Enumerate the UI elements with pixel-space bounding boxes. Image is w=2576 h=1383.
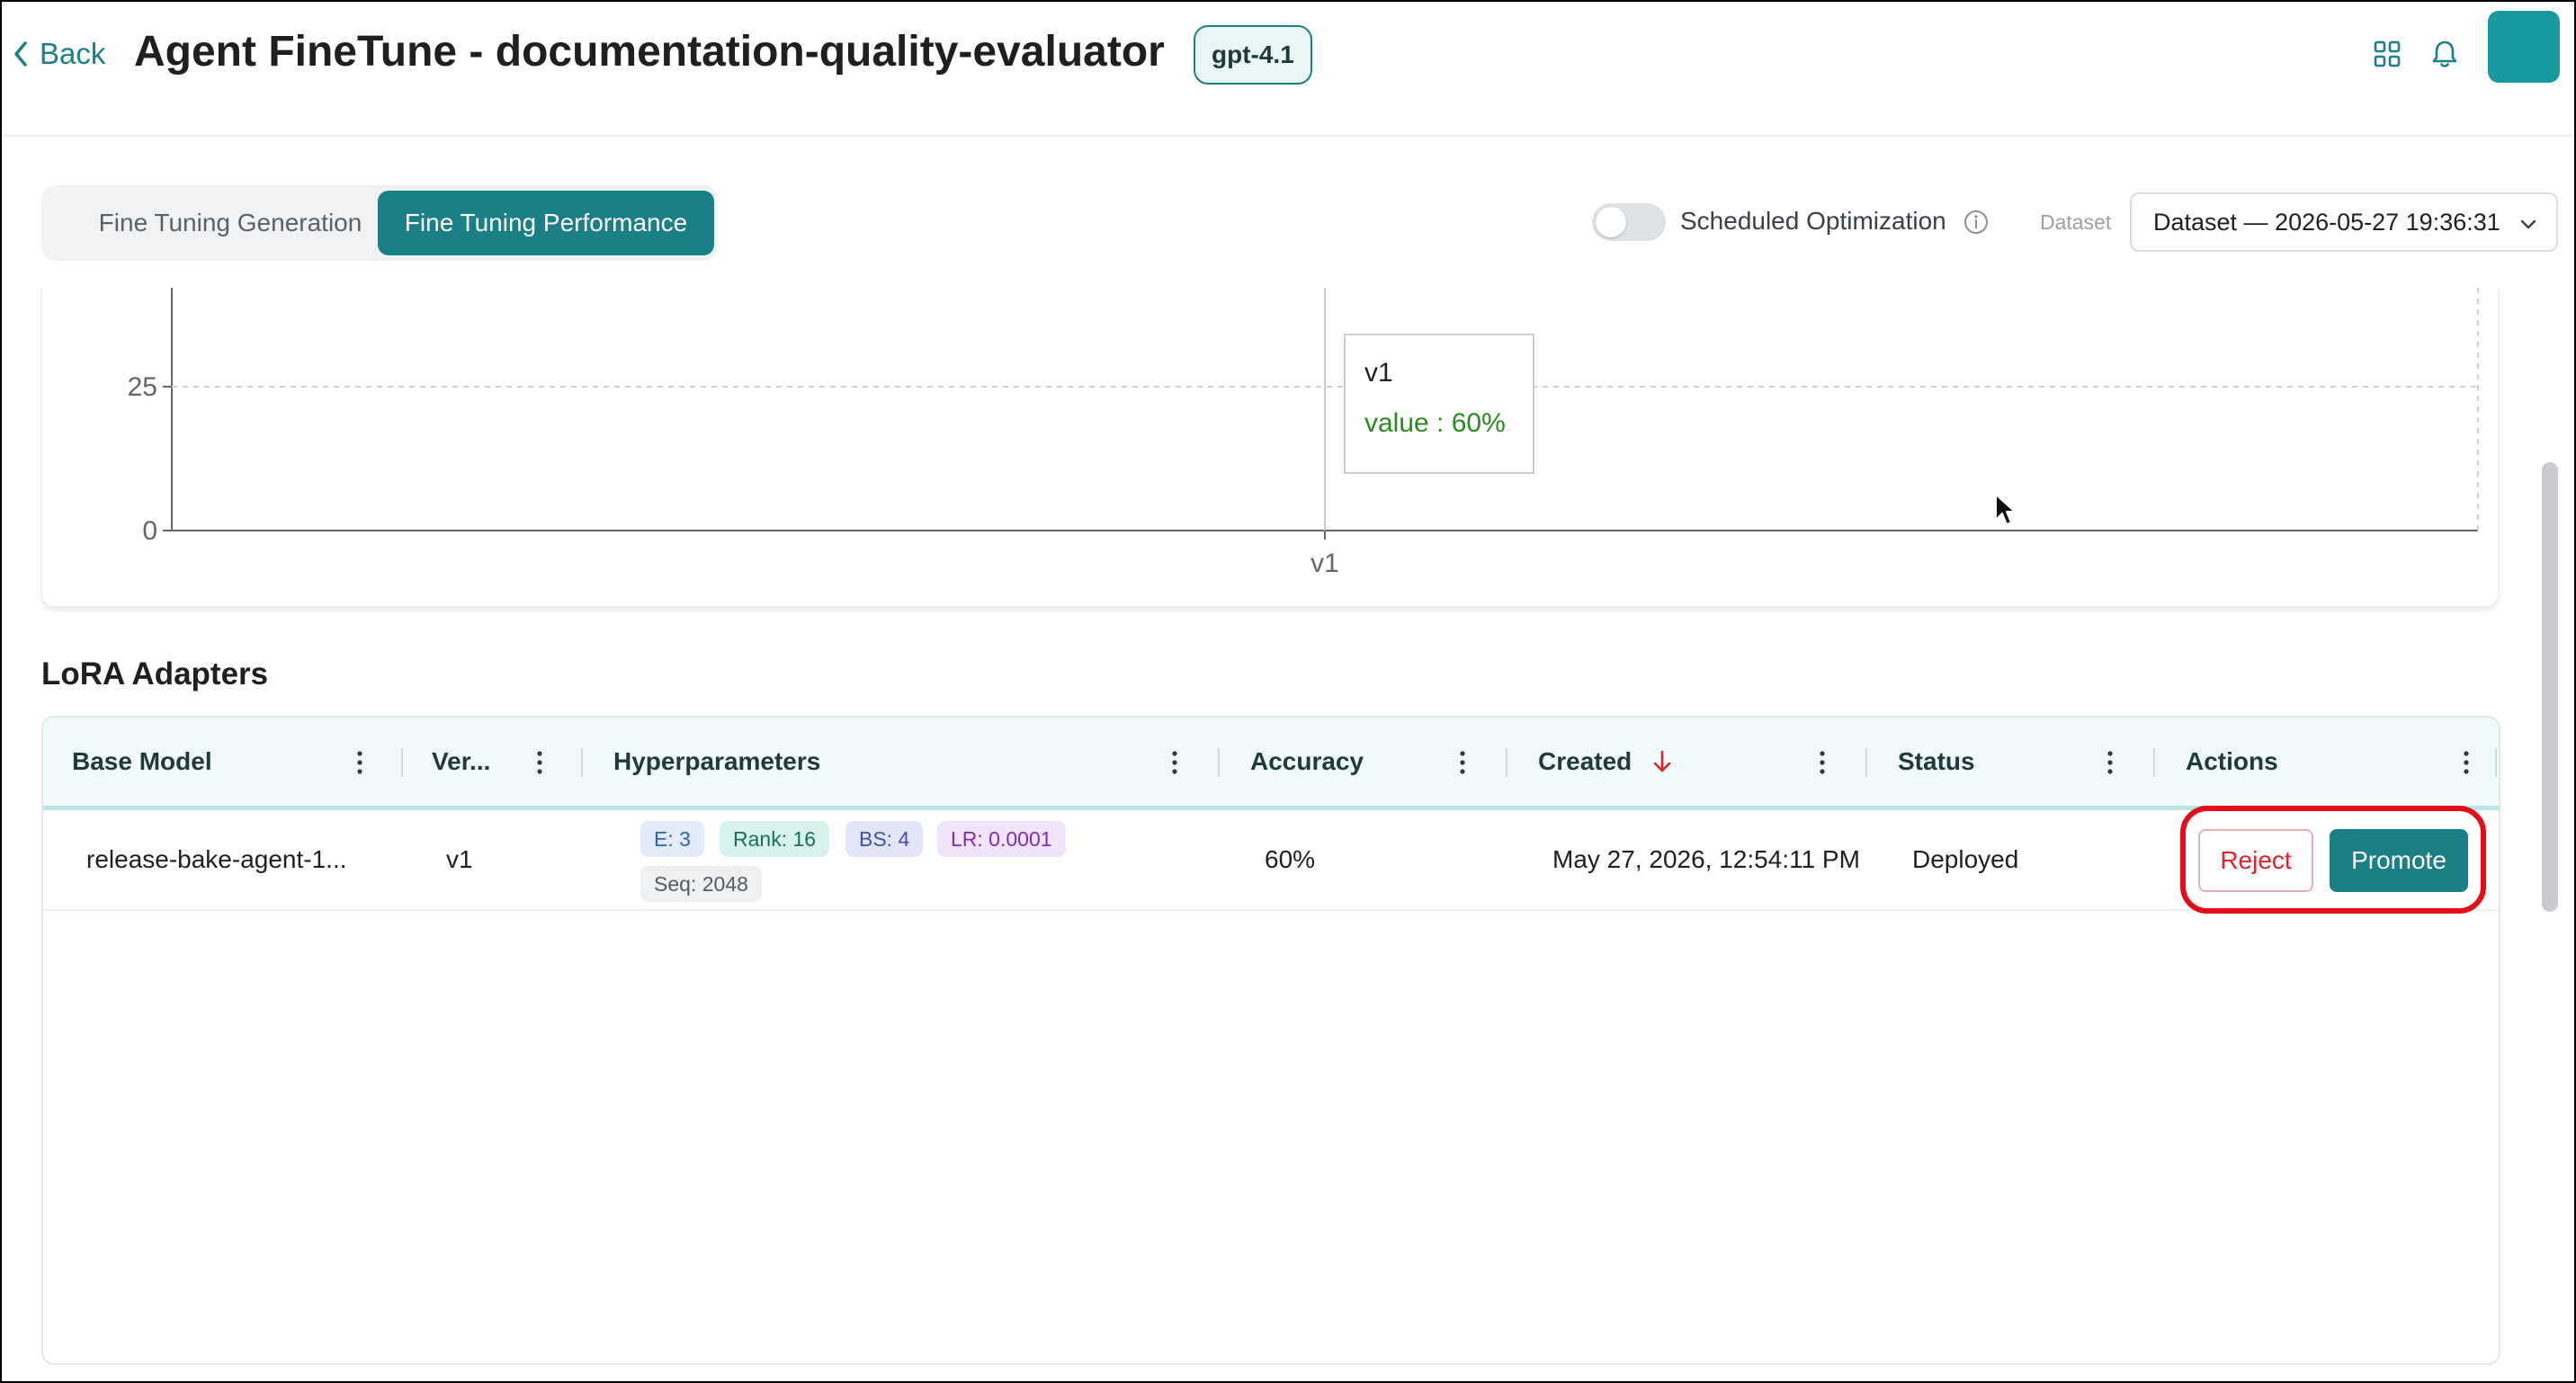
cell-status: Deployed (1912, 845, 2019, 873)
bell-icon[interactable] (2427, 36, 2463, 72)
tab-fine-tuning-performance[interactable]: Fine Tuning Performance (378, 191, 714, 255)
performance-chart-card: 25 0 v1 v1 value : 60% (41, 288, 2499, 607)
info-icon[interactable] (1963, 209, 1990, 236)
lora-adapters-table: Base Model Ver... Hyperparameters Accura… (41, 716, 2500, 1365)
col-version[interactable]: Ver... (432, 718, 490, 806)
cell-created: May 27, 2026, 12:54:11 PM (1552, 845, 1860, 873)
lora-section-title: LoRA Adapters (41, 656, 269, 692)
column-divider[interactable] (1506, 748, 1507, 777)
hyperparam-chip-epochs: E: 3 (640, 821, 704, 857)
column-divider[interactable] (581, 748, 583, 777)
column-menu-icon[interactable] (1452, 745, 1473, 781)
chart-tooltip (1344, 334, 1534, 474)
scheduled-optimization-toggle[interactable] (1592, 203, 1666, 241)
column-menu-icon[interactable] (349, 745, 371, 781)
chevron-left-icon (14, 41, 27, 67)
col-hyperparameters[interactable]: Hyperparameters (613, 718, 820, 806)
col-base-model[interactable]: Base Model (72, 718, 212, 806)
column-menu-icon[interactable] (529, 745, 550, 781)
column-menu-icon[interactable] (2455, 745, 2477, 781)
view-tabs: Fine Tuning Generation Fine Tuning Perfo… (41, 185, 718, 261)
dataset-label: Dataset (2040, 210, 2112, 234)
column-divider[interactable] (401, 748, 403, 777)
page-header: Back Agent FineTune - documentation-qual… (2, 2, 2574, 137)
column-divider[interactable] (2495, 748, 2497, 777)
dataset-selected-value: Dataset — 2026-05-27 19:36:31 (2153, 208, 2500, 236)
col-accuracy[interactable]: Accuracy (1250, 718, 1364, 806)
cell-version: v1 (446, 845, 473, 873)
reject-button[interactable]: Reject (2198, 829, 2313, 892)
hyperparam-chip-batch-size: BS: 4 (845, 821, 924, 857)
column-menu-icon[interactable] (1164, 745, 1185, 781)
sort-descending-arrow-icon[interactable] (1651, 749, 1673, 774)
tooltip-title: v1 (1364, 358, 1393, 388)
col-created[interactable]: Created (1538, 718, 1673, 806)
promote-button[interactable]: Promote (2330, 829, 2468, 892)
col-created-label: Created (1538, 747, 1632, 775)
tab-fine-tuning-generation[interactable]: Fine Tuning Generation (50, 191, 410, 255)
model-badge: gpt-4.1 (1194, 25, 1312, 85)
apps-grid-icon[interactable] (2369, 36, 2405, 72)
back-label: Back (40, 37, 106, 70)
x-tick-label: v1 (1310, 549, 1339, 578)
y-tick-label: 25 (128, 372, 157, 402)
column-divider[interactable] (1218, 748, 1220, 777)
column-divider[interactable] (2153, 748, 2155, 777)
col-actions[interactable]: Actions (2186, 718, 2278, 806)
scheduled-optimization-label: Scheduled Optimization (1680, 207, 1946, 235)
tooltip-value: value : 60% (1364, 408, 1506, 438)
page-title: Agent FineTune - documentation-quality-e… (134, 28, 1165, 76)
hyperparam-chip-learning-rate: LR: 0.0001 (937, 821, 1066, 857)
performance-chart: 25 0 v1 v1 value : 60% (128, 288, 2479, 578)
hyperparam-chip-rank: Rank: 16 (720, 821, 830, 857)
scrollbar-thumb[interactable] (2542, 462, 2558, 912)
back-button[interactable]: Back (13, 32, 105, 76)
y-tick-label: 0 (142, 516, 157, 546)
column-menu-icon[interactable] (2099, 745, 2121, 781)
mouse-cursor (1993, 493, 2017, 533)
col-status[interactable]: Status (1898, 718, 1975, 806)
hyperparam-chip-seq: Seq: 2048 (640, 866, 762, 902)
table-header: Base Model Ver... Hyperparameters Accura… (43, 718, 2499, 810)
chevron-down-icon (2520, 219, 2536, 229)
cell-accuracy: 60% (1265, 845, 1316, 873)
table-row[interactable]: release-bake-agent-1... v1 E: 3 Rank: 16… (43, 810, 2499, 911)
app-window: Back Agent FineTune - documentation-qual… (0, 0, 2576, 1383)
avatar[interactable] (2488, 11, 2560, 83)
dataset-select[interactable]: Dataset — 2026-05-27 19:36:31 (2130, 192, 2558, 252)
column-menu-icon[interactable] (1811, 745, 1833, 781)
cell-base-model: release-bake-agent-1... (86, 845, 347, 873)
column-divider[interactable] (1865, 748, 1867, 777)
